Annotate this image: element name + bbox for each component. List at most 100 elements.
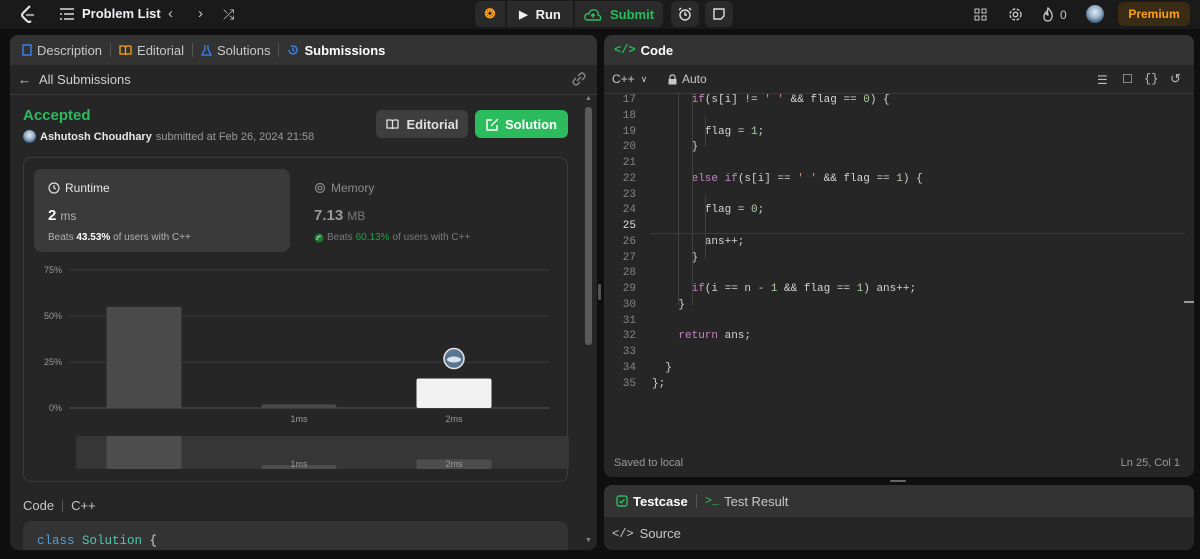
format-lines-icon[interactable]: ☰ [1097, 73, 1108, 87]
panel-resize-handle[interactable] [598, 284, 601, 300]
tab-editorial-label: Editorial [137, 42, 184, 58]
memory-beats-percent: 60.13% [355, 232, 390, 243]
tab-editorial[interactable]: Editorial [115, 43, 188, 58]
line-number: 29 [622, 283, 636, 295]
left-scrollbar[interactable]: ▲ ▼ [584, 95, 592, 545]
notes-button[interactable] [705, 1, 733, 27]
streak-fire-icon[interactable] [1042, 7, 1054, 22]
code-token: && flag == [784, 94, 864, 106]
code-line[interactable]: flag = 1; [705, 126, 764, 138]
memory-value-row: 7.13 MB [314, 207, 365, 224]
code-token: }; [652, 377, 666, 390]
saved-status: Saved to local [614, 457, 684, 469]
run-button[interactable]: ▶ Run [507, 1, 573, 27]
code-token: ) ans++; [863, 283, 917, 295]
bookmark-icon[interactable]: ☐ [1122, 72, 1133, 86]
submission-meta: Ashutosh Choudhary submitted at Feb 26, … [23, 130, 314, 143]
code-line[interactable]: else if(s[i] == ' ' && flag == 1) { [692, 173, 923, 185]
code-line[interactable]: return ans; [678, 330, 751, 342]
all-submissions-link[interactable]: ← All Submissions [18, 72, 131, 87]
code-token: ans++; [704, 235, 745, 248]
solution-button[interactable]: Solution [475, 110, 568, 138]
beats-suffix: of users with C++ [113, 232, 191, 243]
chart-bar[interactable] [261, 404, 337, 408]
tab-testcase[interactable]: Testcase [612, 494, 692, 509]
tab-solutions[interactable]: Solutions [197, 43, 274, 58]
premium-button[interactable]: Premium [1118, 2, 1190, 26]
source-link[interactable]: </> Source [612, 526, 681, 541]
performance-card: Runtime 2 ms Beats 43.53% of users with … [23, 157, 569, 483]
chart-bar[interactable] [416, 378, 492, 408]
source-label: Source [639, 526, 681, 541]
code-token: } [665, 361, 672, 374]
chart-bar[interactable] [106, 306, 182, 408]
y-tick-label: 0% [49, 403, 62, 413]
document-icon [22, 44, 32, 56]
memory-box[interactable]: Memory 7.13 MB Beats 60.13% of users wit… [314, 169, 554, 252]
layout-grid-icon[interactable] [974, 8, 987, 21]
code-line[interactable]: } [665, 362, 672, 374]
cloud-upload-icon [584, 8, 602, 21]
scrollbar-thumb[interactable] [585, 107, 592, 345]
mode-label: Auto [682, 72, 707, 86]
line-number: 24 [622, 204, 636, 217]
status-accepted: Accepted [23, 107, 91, 124]
tab-submissions[interactable]: Submissions [283, 43, 389, 58]
user-avatar[interactable] [1086, 5, 1104, 23]
code-token: if [691, 94, 705, 106]
reset-icon[interactable]: ↺ [1170, 71, 1181, 87]
keyword: class [37, 534, 75, 548]
timer-button[interactable] [671, 1, 699, 27]
code-token: && flag == [777, 283, 857, 295]
leetcode-logo-icon[interactable] [18, 4, 38, 24]
runtime-box[interactable]: Runtime 2 ms Beats 43.53% of users with … [34, 169, 290, 252]
problem-list-button[interactable]: Problem List [60, 6, 161, 21]
prev-problem-icon[interactable]: ‹ [168, 6, 173, 21]
book-icon [119, 44, 132, 55]
code-token: ; [757, 125, 765, 138]
runtime-beats-percent: 43.53% [76, 232, 111, 243]
scroll-up-icon[interactable]: ▲ [585, 95, 592, 103]
y-tick-label: 25% [44, 357, 62, 367]
code-token: return [678, 330, 718, 343]
runtime-distribution-chart[interactable]: 75% 50% 25% 0% 1ms 2ms 1ms 2ms [24, 258, 569, 483]
line-number: 17 [622, 94, 636, 106]
tab-test-result[interactable]: >_ Test Result [701, 494, 793, 509]
beats-prefix: Beats [327, 232, 353, 243]
braces-icon[interactable]: {} [1144, 72, 1158, 86]
username[interactable]: Ashutosh Choudhary [40, 131, 152, 143]
code-line[interactable]: flag = 0; [705, 204, 764, 216]
code-panel-header: </> Code [604, 35, 1194, 65]
tab-code[interactable]: </> Code [610, 43, 677, 58]
vertical-resize-handle[interactable] [890, 480, 906, 482]
editorial-button[interactable]: Editorial [376, 110, 468, 138]
code-preview-line: class Solution { [37, 534, 157, 548]
code-line[interactable]: }; [652, 378, 665, 390]
line-number: 30 [622, 298, 636, 311]
submit-button[interactable]: Submit [575, 1, 663, 27]
current-line-highlight [650, 233, 1185, 234]
play-icon: ▶ [519, 8, 528, 21]
memory-value: 7.13 [314, 207, 344, 224]
scroll-down-icon[interactable]: ▼ [585, 537, 592, 545]
indent-guide [704, 194, 706, 258]
share-link-icon[interactable] [571, 72, 587, 86]
tab-description[interactable]: Description [18, 43, 106, 58]
line-number: 19 [622, 125, 636, 138]
debug-button[interactable]: ❂ [475, 1, 505, 27]
divider [10, 94, 597, 95]
auto-mode[interactable]: Auto [668, 72, 707, 86]
testcase-tab-bar: Testcase >_ Test Result [604, 485, 1194, 517]
code-line[interactable]: if(i == n - 1 && flag == 1) ans++; [692, 283, 916, 295]
submit-label: Submit [609, 6, 655, 22]
punctuation: { [142, 534, 158, 548]
settings-gear-icon[interactable] [1008, 7, 1023, 22]
code-brackets-icon: </> [614, 43, 636, 57]
code-line[interactable]: ans++; [705, 236, 745, 248]
shuffle-icon[interactable]: ⤮ [223, 7, 234, 21]
language-select[interactable]: C++ ∨ [612, 72, 647, 86]
line-number: 34 [622, 361, 636, 374]
code-line[interactable]: if(s[i] != ' ' && flag == 0) { [692, 94, 890, 106]
next-problem-icon[interactable]: › [198, 6, 203, 21]
clock-icon [48, 182, 60, 194]
